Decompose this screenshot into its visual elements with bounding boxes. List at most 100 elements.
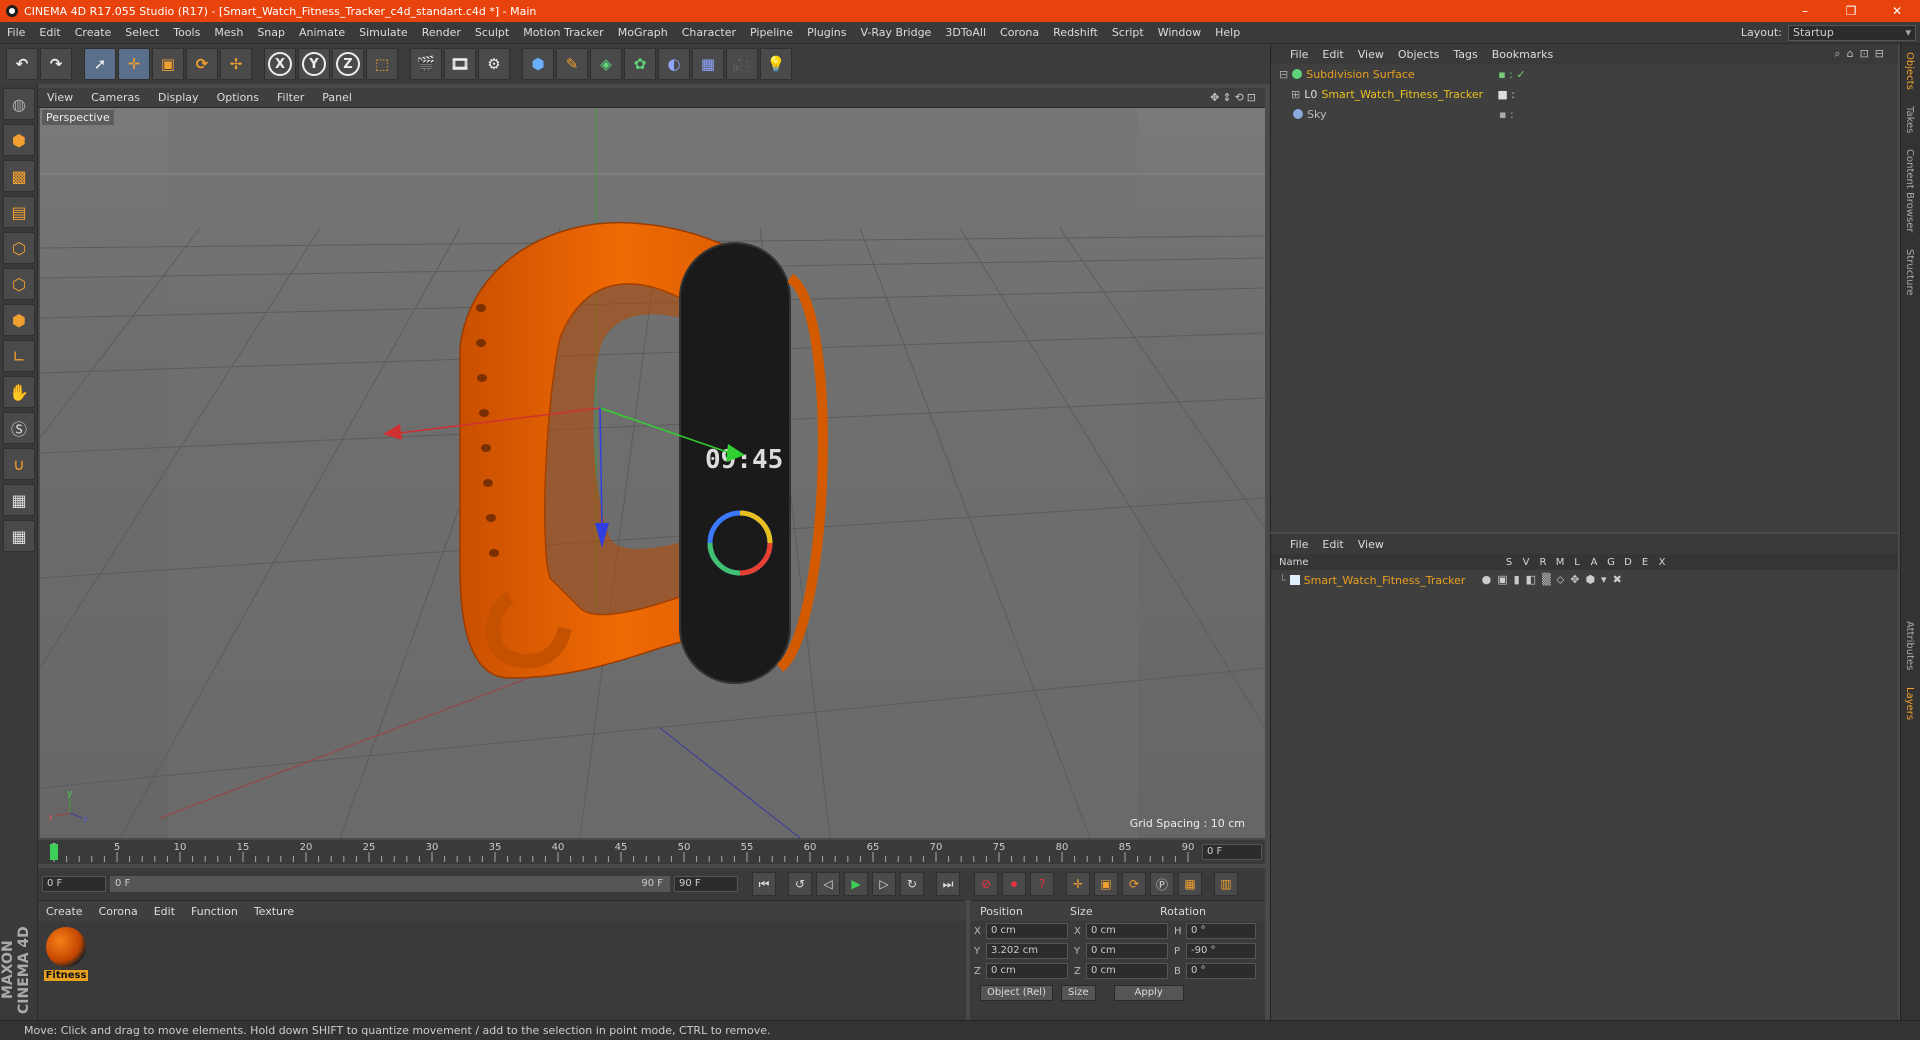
- size-y-field[interactable]: 0 cm: [1086, 943, 1168, 959]
- x-axis-lock-button[interactable]: X: [264, 48, 296, 80]
- timeline-ruler[interactable]: 051015202530354045505560657075808590 0 F: [38, 840, 1265, 864]
- position-z-field[interactable]: 0 cm: [986, 963, 1068, 979]
- snapping-icon[interactable]: ∪: [3, 448, 35, 480]
- go-to-end-icon[interactable]: ⏭: [936, 872, 960, 896]
- objects-menu-tags[interactable]: Tags: [1446, 48, 1484, 61]
- undo-icon[interactable]: ↶: [6, 48, 38, 80]
- menu-animate[interactable]: Animate: [292, 26, 352, 39]
- size-x-field[interactable]: 0 cm: [1086, 923, 1168, 939]
- rotation-h-field[interactable]: 0 °: [1186, 923, 1256, 939]
- menu-sculpt[interactable]: Sculpt: [468, 26, 516, 39]
- objects-menu-bookmarks[interactable]: Bookmarks: [1485, 48, 1560, 61]
- rotation-p-field[interactable]: -90 °: [1186, 943, 1256, 959]
- objects-menu-edit[interactable]: Edit: [1315, 48, 1350, 61]
- menu-plugins[interactable]: Plugins: [800, 26, 853, 39]
- playhead[interactable]: [50, 844, 58, 860]
- material-menu-corona[interactable]: Corona: [91, 905, 146, 918]
- viewport-menu-view[interactable]: View: [38, 91, 82, 104]
- material-menu-edit[interactable]: Edit: [146, 905, 183, 918]
- menu-select[interactable]: Select: [118, 26, 166, 39]
- camera-icon[interactable]: 🎥: [726, 48, 758, 80]
- menu-vray-bridge[interactable]: V-Ray Bridge: [853, 26, 938, 39]
- tab-layers[interactable]: Layers: [1901, 679, 1918, 728]
- apply-button[interactable]: Apply: [1113, 985, 1184, 1001]
- menu-motion-tracker[interactable]: Motion Tracker: [516, 26, 610, 39]
- axis-mode-icon[interactable]: ∟: [3, 340, 35, 372]
- object-row-smart-watch[interactable]: ⊞ L0 Smart_Watch_Fitness_Tracker ■ :: [1271, 84, 1898, 104]
- layers-menu-edit[interactable]: Edit: [1315, 538, 1350, 551]
- menu-window[interactable]: Window: [1151, 26, 1208, 39]
- solo-mode-icon[interactable]: Ⓢ: [3, 412, 35, 444]
- subdivision-surface-icon[interactable]: ◈: [590, 48, 622, 80]
- layer-row[interactable]: └ Smart_Watch_Fitness_Tracker ●▣▮◧▒⬦✥⬢▾✖: [1271, 570, 1898, 590]
- objects-menu-objects[interactable]: Objects: [1391, 48, 1447, 61]
- material-menu-function[interactable]: Function: [183, 905, 246, 918]
- key-scale-icon[interactable]: ▣: [1094, 872, 1118, 896]
- menu-mograph[interactable]: MoGraph: [611, 26, 675, 39]
- edges-mode-icon[interactable]: ⬡: [3, 268, 35, 300]
- menu-character[interactable]: Character: [675, 26, 743, 39]
- z-axis-lock-button[interactable]: Z: [332, 48, 364, 80]
- viewport-nav-icons[interactable]: ✥⇕⟲⊡: [1210, 91, 1265, 104]
- cloner-icon[interactable]: ✿: [624, 48, 656, 80]
- tab-attributes[interactable]: Attributes: [1901, 613, 1918, 678]
- tweak-mode-icon[interactable]: ✋: [3, 376, 35, 408]
- cube-object-icon[interactable]: ⬢: [522, 48, 554, 80]
- tab-content-browser[interactable]: Content Browser: [1901, 141, 1918, 240]
- floor-icon[interactable]: ▦: [692, 48, 724, 80]
- position-y-field[interactable]: 3.202 cm: [986, 943, 1068, 959]
- key-rotation-icon[interactable]: ⟳: [1122, 872, 1146, 896]
- viewport-menu-panel[interactable]: Panel: [313, 91, 361, 104]
- timeline-window-icon[interactable]: ▥: [1214, 872, 1238, 896]
- tab-takes[interactable]: Takes: [1901, 98, 1918, 141]
- object-row-subdivision-surface[interactable]: ⊟ Subdivision Surface ▪ : ✓: [1271, 64, 1898, 84]
- scale-tool-icon[interactable]: ▣: [152, 48, 184, 80]
- make-editable-icon[interactable]: ◍: [3, 88, 35, 120]
- viewport-menu-cameras[interactable]: Cameras: [82, 91, 149, 104]
- menu-edit[interactable]: Edit: [32, 26, 67, 39]
- menu-tools[interactable]: Tools: [166, 26, 207, 39]
- layers-menu-file[interactable]: File: [1283, 538, 1315, 551]
- render-view-icon[interactable]: 🎬: [410, 48, 442, 80]
- menu-corona[interactable]: Corona: [993, 26, 1046, 39]
- check-icon[interactable]: ▪ : ✓: [1498, 68, 1525, 81]
- deformer-icon[interactable]: ◐: [658, 48, 690, 80]
- objects-menu-file[interactable]: File: [1283, 48, 1315, 61]
- menu-redshift[interactable]: Redshift: [1046, 26, 1105, 39]
- live-selection-icon[interactable]: ✢: [220, 48, 252, 80]
- visibility-dots-icon[interactable]: ▪ :: [1499, 108, 1514, 121]
- current-frame-field[interactable]: 0 F: [1202, 844, 1262, 860]
- menu-pipeline[interactable]: Pipeline: [743, 26, 800, 39]
- go-to-start-icon[interactable]: ⏮: [752, 872, 776, 896]
- render-settings-icon[interactable]: ⚙: [478, 48, 510, 80]
- max-frame-field[interactable]: 90 F: [674, 876, 738, 892]
- material-menu-texture[interactable]: Texture: [246, 905, 302, 918]
- position-x-field[interactable]: 0 cm: [986, 923, 1068, 939]
- layers-menu-view[interactable]: View: [1351, 538, 1391, 551]
- camera-label[interactable]: Perspective: [42, 110, 114, 125]
- points-mode-icon[interactable]: ⬡: [3, 232, 35, 264]
- polygons-mode-icon[interactable]: ⬢: [3, 304, 35, 336]
- viewport-menu-display[interactable]: Display: [149, 91, 208, 104]
- tab-objects[interactable]: Objects: [1901, 44, 1918, 98]
- start-frame-field[interactable]: 0 F: [42, 876, 106, 892]
- material-menu-create[interactable]: Create: [38, 905, 91, 918]
- object-row-sky[interactable]: Sky ▪ :: [1271, 104, 1898, 124]
- model-mode-icon[interactable]: ⬢: [3, 124, 35, 156]
- key-parameter-icon[interactable]: Ⓟ: [1150, 872, 1174, 896]
- redo-icon[interactable]: ↷: [40, 48, 72, 80]
- maximize-button[interactable]: ❐: [1828, 4, 1874, 18]
- planar-workplane-icon[interactable]: ▦: [3, 520, 35, 552]
- minimize-button[interactable]: –: [1782, 4, 1828, 18]
- menu-mesh[interactable]: Mesh: [207, 26, 250, 39]
- workplane-lock-icon[interactable]: ▦: [3, 484, 35, 516]
- objects-menu-view[interactable]: View: [1351, 48, 1391, 61]
- menu-help[interactable]: Help: [1208, 26, 1247, 39]
- menu-simulate[interactable]: Simulate: [352, 26, 415, 39]
- rotation-b-field[interactable]: 0 °: [1186, 963, 1256, 979]
- key-position-icon[interactable]: ✛: [1066, 872, 1090, 896]
- play-icon[interactable]: ▶: [844, 872, 868, 896]
- previous-keyframe-icon[interactable]: ↺: [788, 872, 812, 896]
- y-axis-lock-button[interactable]: Y: [298, 48, 330, 80]
- material-swatch[interactable]: Fitness: [44, 927, 88, 981]
